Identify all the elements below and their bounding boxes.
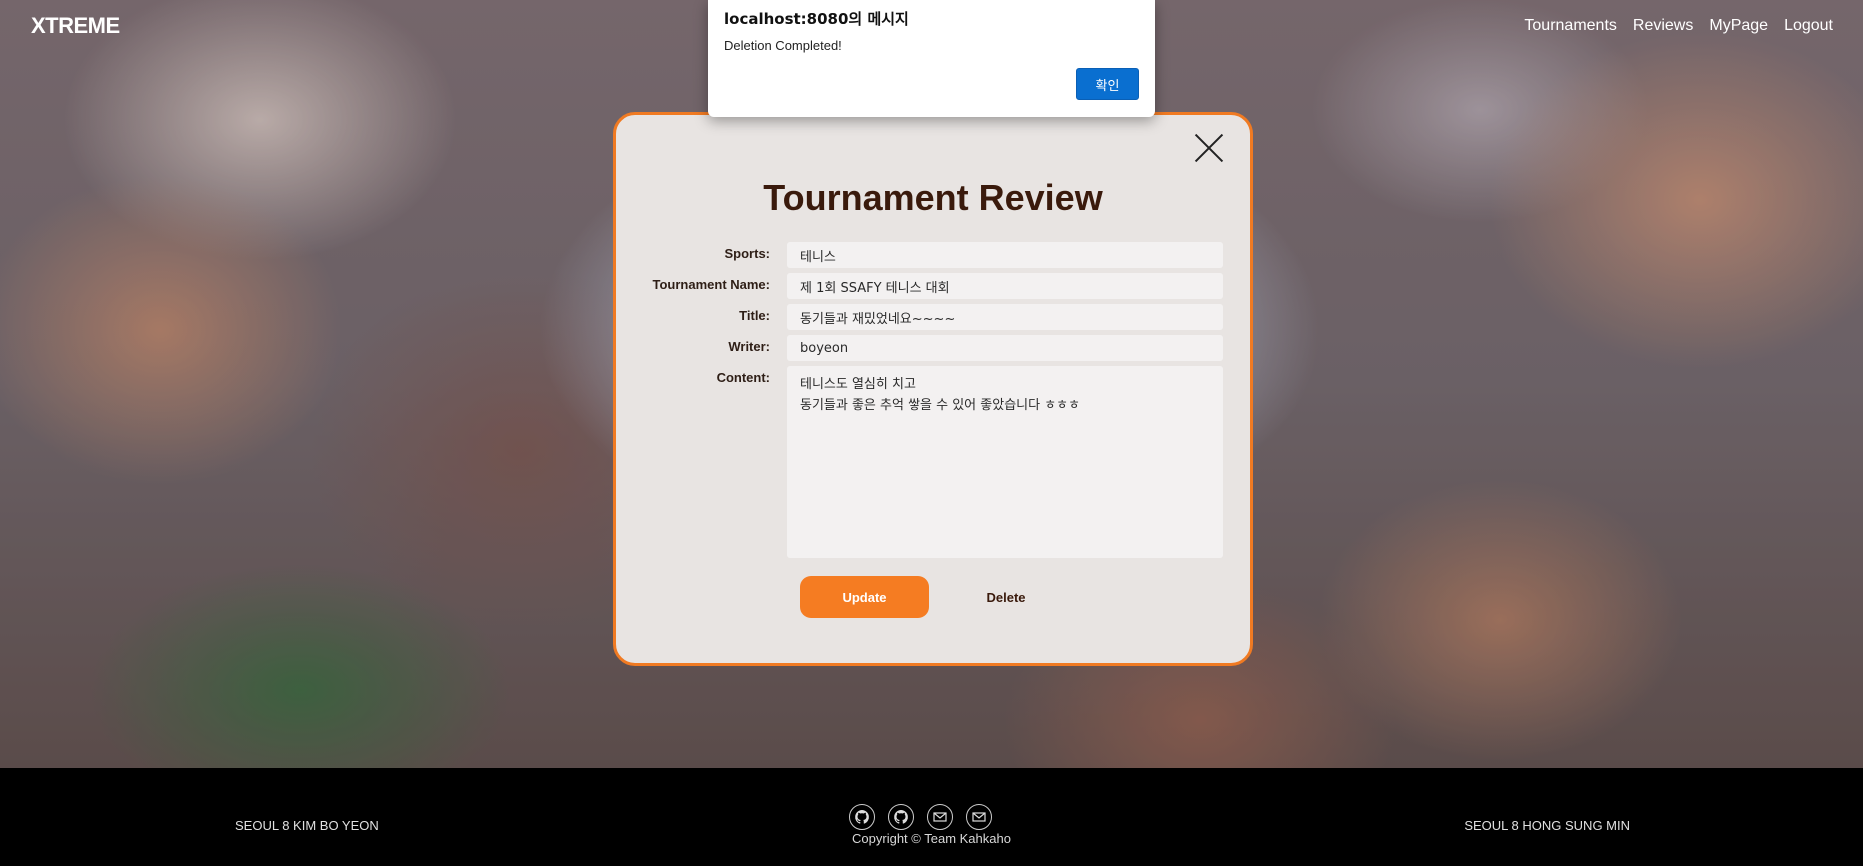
alert-dialog: localhost:8080의 메시지 Deletion Completed! … — [708, 0, 1155, 117]
footer: SEOUL 8 KIM BO YEON Copyright © Team Kah… — [0, 768, 1863, 866]
nav-link-mypage[interactable]: MyPage — [1709, 17, 1768, 35]
mail-icon[interactable] — [966, 804, 992, 830]
footer-right-credit: SEOUL 8 HONG SUNG MIN — [1464, 818, 1630, 833]
alert-message: Deletion Completed! — [724, 38, 842, 53]
sports-field[interactable] — [787, 242, 1223, 268]
title-field[interactable] — [787, 304, 1223, 330]
tournament-name-field[interactable] — [787, 273, 1223, 299]
github-icon[interactable] — [888, 804, 914, 830]
update-button[interactable]: Update — [800, 576, 929, 618]
alert-title: localhost:8080의 메시지 — [724, 10, 909, 28]
github-icon[interactable] — [849, 804, 875, 830]
alert-confirm-button[interactable]: 확인 — [1076, 68, 1139, 100]
delete-button[interactable]: Delete — [956, 576, 1056, 618]
review-modal: Tournament Review Sports: Tournament Nam… — [613, 112, 1253, 666]
footer-icons — [849, 804, 992, 830]
nav-link-reviews[interactable]: Reviews — [1633, 17, 1693, 35]
writer-field[interactable] — [787, 335, 1223, 361]
close-icon[interactable] — [1194, 133, 1224, 163]
mail-icon[interactable] — [927, 804, 953, 830]
sports-label: Sports: — [724, 246, 771, 261]
nav-link-logout[interactable]: Logout — [1784, 17, 1833, 35]
content-label: Content: — [716, 370, 770, 385]
modal-title: Tournament Review — [763, 177, 1103, 218]
copyright-text: Copyright © Team Kahkaho — [852, 831, 1011, 846]
writer-label: Writer: — [728, 339, 770, 354]
nav-links: Tournaments Reviews MyPage Logout — [1524, 17, 1833, 35]
brand-logo[interactable]: XTREME — [31, 13, 120, 39]
content-textarea[interactable]: 테니스도 열심히 치고 동기들과 좋은 추억 쌓을 수 있어 좋았습니다 ㅎㅎㅎ — [787, 366, 1223, 558]
title-label: Title: — [739, 308, 770, 323]
tournament-name-label: Tournament Name: — [652, 277, 771, 292]
nav-link-tournaments[interactable]: Tournaments — [1524, 17, 1617, 35]
